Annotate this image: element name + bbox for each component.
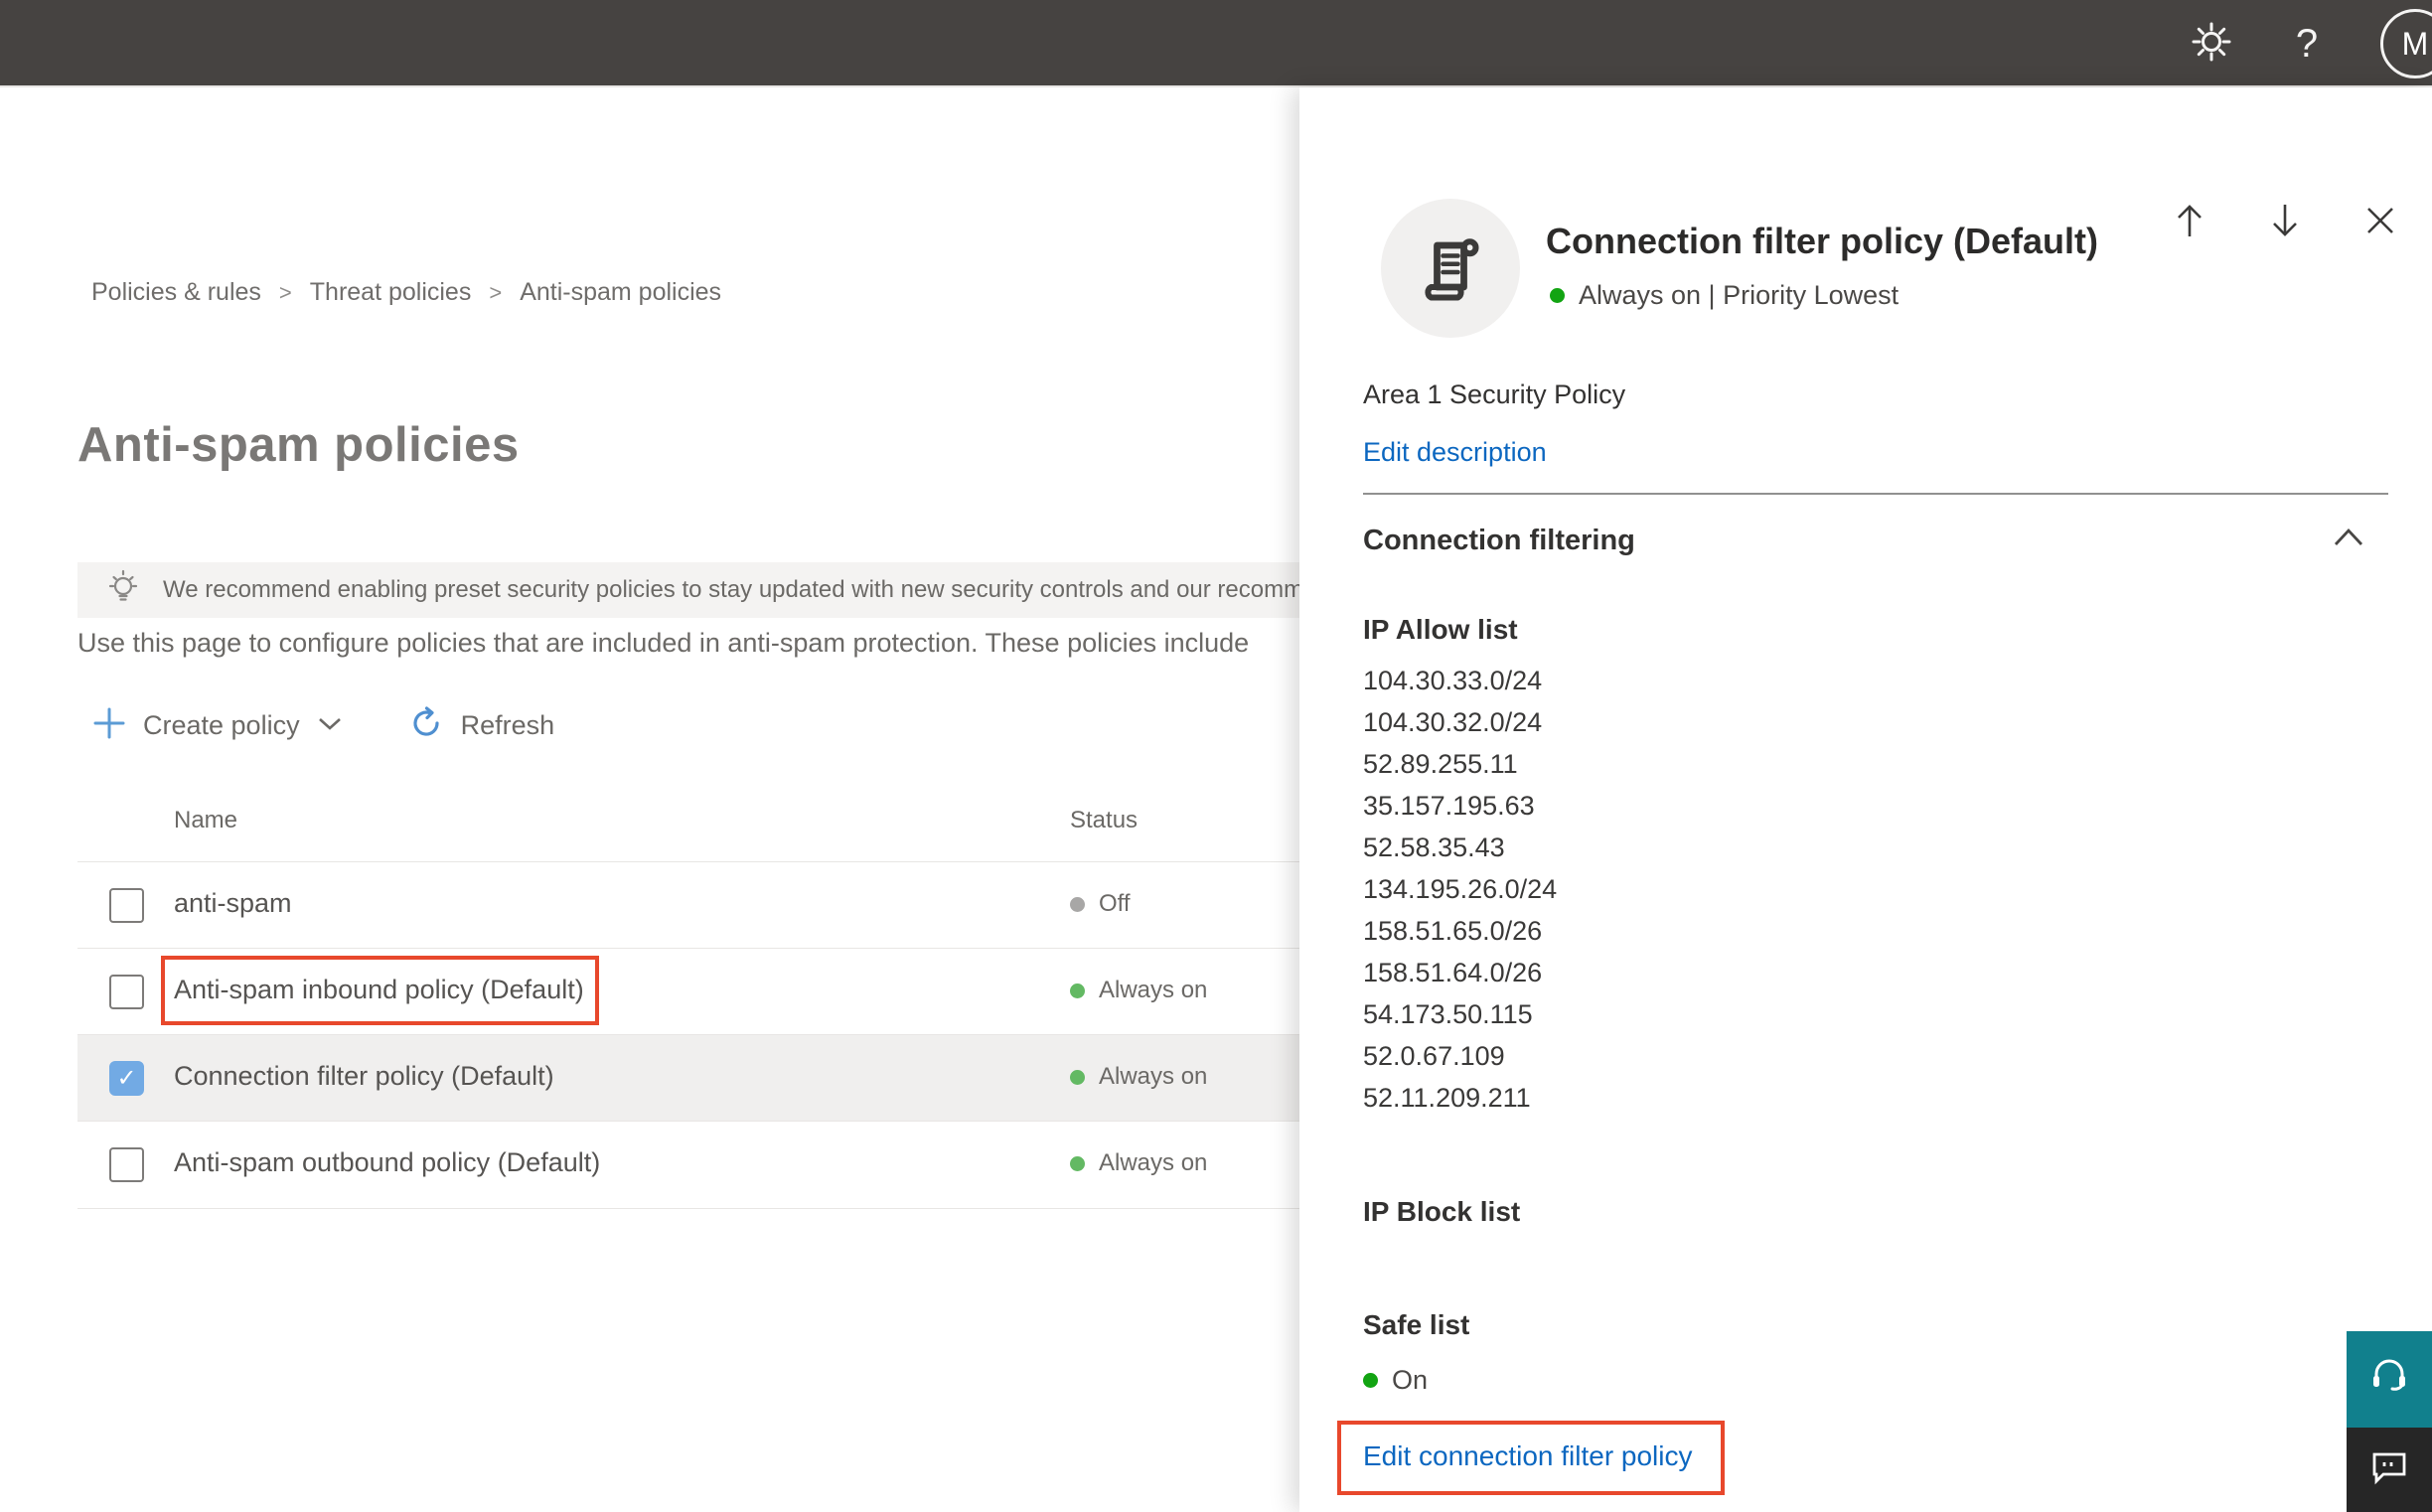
previous-item-button[interactable] <box>2166 199 2213 246</box>
status-dot-off <box>1070 896 1085 912</box>
gear-icon <box>2190 20 2233 69</box>
status-dot-on <box>1070 983 1085 998</box>
breadcrumb-separator: > <box>489 279 503 305</box>
column-header-name[interactable]: Name <box>174 807 237 834</box>
status-dot-on <box>1550 288 1565 303</box>
table-row: anti-spam Off <box>77 862 1399 949</box>
page-title: Anti-spam policies <box>77 418 520 472</box>
recommendation-banner: We recommend enabling preset security po… <box>77 562 1429 618</box>
policy-name-outbound-default[interactable]: Anti-spam outbound policy (Default) <box>174 1147 600 1178</box>
scroll-policy-icon <box>1415 228 1486 309</box>
arrow-up-icon <box>2170 199 2209 247</box>
close-panel-button[interactable] <box>2356 199 2404 246</box>
safe-list-status: On <box>1363 1365 1428 1396</box>
status-dot-on <box>1363 1373 1378 1388</box>
ip-entry: 52.58.35.43 <box>1363 832 1505 862</box>
panel-navigation <box>2166 199 2404 246</box>
edit-connection-filter-policy-link[interactable]: Edit connection filter policy <box>1363 1440 1693 1472</box>
edit-description-link[interactable]: Edit description <box>1363 437 1547 468</box>
next-item-button[interactable] <box>2261 199 2309 246</box>
panel-title: Connection filter policy (Default) <box>1546 221 2099 261</box>
status-badge: Off <box>1070 890 1131 918</box>
breadcrumb-policies-rules[interactable]: Policies & rules <box>91 278 261 307</box>
column-header-status[interactable]: Status <box>1070 807 1138 834</box>
arrow-down-icon <box>2265 199 2305 247</box>
ip-entry: 52.11.209.211 <box>1363 1083 1531 1113</box>
ip-block-list-title: IP Block list <box>1363 1196 1521 1227</box>
section-title-connection-filtering: Connection filtering <box>1363 525 1635 556</box>
breadcrumb: Policies & rules > Threat policies > Ant… <box>91 278 721 307</box>
close-icon <box>2361 202 2399 244</box>
row-checkbox[interactable] <box>109 1147 144 1182</box>
status-badge: Always on <box>1070 977 1207 1004</box>
status-dot-on <box>1070 1069 1085 1085</box>
ip-entry: 35.157.195.63 <box>1363 791 1535 821</box>
feedback-button[interactable] <box>2347 1428 2432 1512</box>
top-bar-actions: ? M <box>2190 0 2432 87</box>
policy-name-anti-spam[interactable]: anti-spam <box>174 888 292 919</box>
panel-status-line: Always on | Priority Lowest <box>1550 280 1899 311</box>
ip-allow-list: 104.30.33.0/24 104.30.32.0/24 52.89.255.… <box>1363 660 1557 1119</box>
policy-name-inbound-default[interactable]: Anti-spam inbound policy (Default) <box>174 975 584 1005</box>
row-checkbox[interactable] <box>109 975 144 1009</box>
settings-button[interactable] <box>2190 22 2233 66</box>
status-badge: Always on <box>1070 1149 1207 1177</box>
checkmark-icon: ✓ <box>116 1065 137 1092</box>
banner-text: We recommend enabling preset security po… <box>163 576 1317 603</box>
breadcrumb-anti-spam-policies[interactable]: Anti-spam policies <box>520 278 721 307</box>
headset-icon <box>2366 1354 2412 1405</box>
status-dot-on <box>1070 1155 1085 1171</box>
breadcrumb-threat-policies[interactable]: Threat policies <box>310 278 472 307</box>
table-header: Name Status <box>77 797 1399 860</box>
divider <box>1363 493 2388 495</box>
top-bar: ? M <box>0 0 2432 87</box>
table-row-selected: ✓ Connection filter policy (Default) Alw… <box>77 1035 1399 1122</box>
ip-entry: 52.89.255.11 <box>1363 749 1518 779</box>
app-root: ? M Policies & rules > Threat policies >… <box>0 0 2432 1512</box>
breadcrumb-separator: > <box>278 279 292 305</box>
policy-name-connection-filter-default[interactable]: Connection filter policy (Default) <box>174 1061 554 1092</box>
ip-entry: 158.51.65.0/26 <box>1363 916 1543 946</box>
refresh-label: Refresh <box>460 709 555 740</box>
divider <box>77 1208 1399 1209</box>
row-checkbox[interactable] <box>109 888 144 923</box>
ip-entry: 104.30.33.0/24 <box>1363 666 1543 695</box>
lightbulb-icon <box>103 566 143 615</box>
ip-entry: 54.173.50.115 <box>1363 999 1533 1029</box>
table-row: Anti-spam outbound policy (Default) Alwa… <box>77 1122 1399 1208</box>
ip-entry: 52.0.67.109 <box>1363 1041 1505 1071</box>
account-avatar[interactable]: M <box>2380 9 2432 78</box>
policy-description: Area 1 Security Policy <box>1363 379 1626 409</box>
ip-entry: 104.30.32.0/24 <box>1363 707 1543 737</box>
create-policy-label: Create policy <box>143 709 300 740</box>
status-badge: Always on <box>1070 1063 1207 1091</box>
create-policy-button[interactable]: Create policy <box>91 705 344 746</box>
chevron-down-icon <box>316 713 344 738</box>
policy-icon-circle <box>1381 199 1520 338</box>
avatar-initial: M <box>2401 25 2429 62</box>
ip-entry: 158.51.64.0/26 <box>1363 958 1543 987</box>
details-flyout-panel: Connection filter policy (Default) Alway… <box>1299 87 2432 1512</box>
plus-icon <box>91 705 127 746</box>
safe-list-title: Safe list <box>1363 1309 1470 1340</box>
chat-feedback-icon <box>2367 1445 2411 1494</box>
help-button[interactable]: ? <box>2285 22 2329 66</box>
table-row: Anti-spam inbound policy (Default) Alway… <box>77 949 1399 1035</box>
refresh-button[interactable]: Refresh <box>407 704 555 747</box>
row-checkbox-checked[interactable]: ✓ <box>109 1061 144 1096</box>
help-icon: ? <box>2295 21 2319 66</box>
toolbar: Create policy Refresh <box>91 699 554 751</box>
page-description: Use this page to configure policies that… <box>77 628 1250 658</box>
ip-entry: 134.195.26.0/24 <box>1363 874 1558 904</box>
refresh-icon <box>407 704 445 747</box>
chevron-up-icon <box>2331 528 2366 554</box>
support-button[interactable] <box>2347 1331 2432 1428</box>
collapse-section-button[interactable] <box>2331 525 2366 555</box>
ip-allow-list-title: IP Allow list <box>1363 614 1518 645</box>
